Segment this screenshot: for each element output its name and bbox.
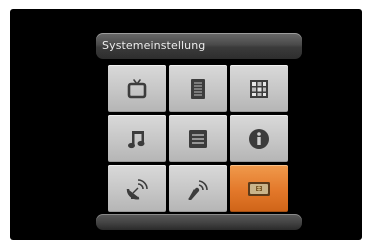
menu-item-info[interactable] [230,115,288,162]
ci-card-icon [248,181,270,196]
menu-grid [108,65,288,212]
menu-title: Systemeinstellung [102,39,206,52]
menu-item-grid[interactable] [230,65,288,112]
signal-antenna-icon [188,179,208,200]
satellite-dish-icon [126,178,148,199]
list-icon [191,78,205,99]
text-lines-icon [189,129,207,148]
menu-item-tv[interactable] [108,65,166,112]
menu-item-music[interactable] [108,115,166,162]
menu-item-signal[interactable] [169,165,227,212]
menu-bottom-bar [96,214,302,230]
menu-item-list[interactable] [169,65,227,112]
tv-icon [127,78,147,98]
menu-item-text[interactable] [169,115,227,162]
menu-title-bar: Systemeinstellung [96,33,302,59]
music-note-icon [128,130,145,148]
info-icon [249,128,269,149]
menu-item-ci-card[interactable] [230,165,288,212]
menu-item-satellite[interactable] [108,165,166,212]
tv-screen: Systemeinstellung [10,9,362,240]
grid-icon [250,79,268,98]
settings-menu: Systemeinstellung [96,33,302,230]
